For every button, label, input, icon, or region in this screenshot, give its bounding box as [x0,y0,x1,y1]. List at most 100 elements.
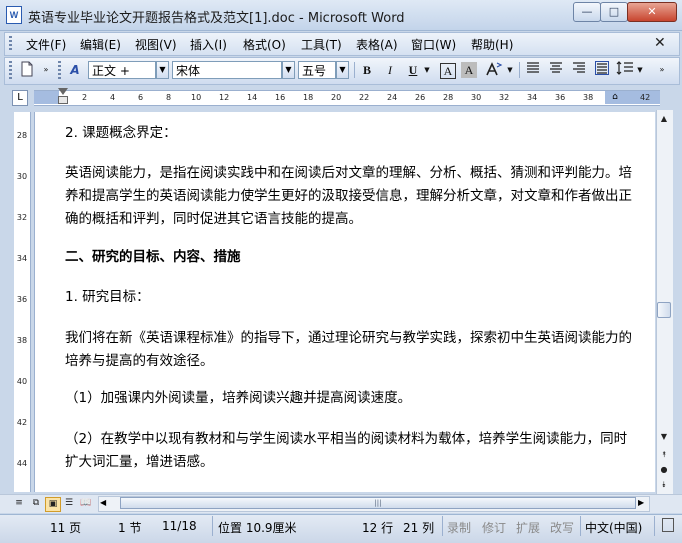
menu-view[interactable]: 视图(V) [135,36,177,53]
outline-view-icon[interactable]: ☰ [62,497,76,510]
toolbar-grip-handle[interactable] [9,61,12,79]
word-app-icon[interactable]: W [6,6,22,24]
font-combo[interactable]: 宋体 [172,61,282,79]
web-layout-view-icon[interactable]: ⧉ [29,497,43,510]
italic-button[interactable]: I [381,61,399,79]
doc-paragraph[interactable]: （1）加强课内外阅读量，培养阅读兴趣并提高阅读速度。 [65,387,635,410]
menu-edit[interactable]: 编辑(E) [80,36,121,53]
menu-insert[interactable]: 插入(I) [190,36,227,53]
status-page[interactable]: 11 页 [50,519,81,536]
horizontal-scroll-thumb[interactable]: ||| [120,497,636,509]
align-justify-icon[interactable] [524,61,542,79]
character-scaling-icon[interactable] [485,61,503,79]
reading-layout-view-icon[interactable]: 📖 [79,497,93,510]
ruler-tick: 22 [359,93,370,102]
scroll-up-icon[interactable]: ▲ [657,112,671,126]
status-column[interactable]: 21 列 [403,519,434,536]
spelling-status-icon[interactable] [662,518,674,532]
menu-help[interactable]: 帮助(H) [471,36,513,53]
bold-button[interactable]: B [358,61,376,79]
hanging-indent-marker[interactable] [58,96,68,104]
menu-tools[interactable]: 工具(T) [301,36,342,53]
tab-selector[interactable]: L [12,90,28,106]
vruler-tick: 38 [16,336,28,345]
align-center-icon[interactable] [547,61,565,79]
line-spacing-icon[interactable] [616,61,634,79]
status-separator [442,516,443,536]
toolbar-separator [519,62,520,78]
font-dropdown-chevron-icon[interactable]: ▼ [282,61,295,79]
status-position[interactable]: 位置 10.9厘米 [218,519,297,536]
status-line[interactable]: 12 行 [362,519,393,536]
doc-paragraph[interactable]: 1. 研究目标： [65,286,635,309]
menu-file[interactable]: 文件(F) [26,36,66,53]
print-layout-view-icon[interactable]: ▣ [45,497,61,512]
scroll-right-icon[interactable]: ▶ [638,498,644,507]
doc-paragraph[interactable]: 2. 课题概念界定： [65,122,635,145]
maximize-button[interactable]: □ [600,2,628,22]
close-window-button[interactable]: ✕ [627,2,677,22]
ruler-tick: 6 [138,93,144,102]
select-browse-object-icon[interactable]: ● [657,463,671,477]
ruler-tick: 4 [110,93,116,102]
next-page-icon[interactable]: ⯯ [657,478,671,492]
vertical-scroll-thumb[interactable] [657,302,671,318]
styles-and-formatting-icon[interactable]: A [66,61,84,79]
ruler-tick: 12 [219,93,230,102]
horizontal-ruler[interactable] [34,90,660,106]
status-overtype[interactable]: 改写 [550,519,574,536]
character-border-button[interactable]: A [440,63,456,79]
menu-format[interactable]: 格式(O) [243,36,286,53]
status-language[interactable]: 中文(中国) [585,519,642,536]
doc-paragraph[interactable]: （2）在教学中以现有教材和与学生阅读水平相当的阅读材料为载体，培养学生阅读能力，… [65,428,635,474]
toolbar-options-chevron-icon[interactable]: » [40,61,52,79]
right-indent-marker-icon[interactable]: ⌂ [610,92,620,102]
status-separator [654,516,655,536]
style-combo[interactable]: 正文 + [88,61,156,79]
style-dropdown-chevron-icon[interactable]: ▼ [156,61,169,79]
vruler-tick: 42 [16,418,28,427]
toolbar2-grip-handle[interactable] [58,61,61,79]
scroll-down-icon[interactable]: ▼ [657,430,671,444]
doc-paragraph[interactable]: 英语阅读能力，是指在阅读实践中和在阅读后对文章的理解、分析、概括、猜测和评判能力… [65,162,635,231]
status-extend-selection[interactable]: 扩展 [516,519,540,536]
status-separator [212,516,213,536]
previous-page-icon[interactable]: ⯭ [657,448,671,462]
document-page[interactable]: 2. 课题概念界定： 英语阅读能力，是指在阅读实践中和在阅读后对文章的理解、分析… [34,112,655,492]
menu-grip-handle[interactable] [9,36,12,50]
normal-view-icon[interactable]: ≡ [12,497,26,510]
window-title: 英语专业毕业论文开题报告格式及范文[1].doc - Microsoft Wor… [28,11,405,26]
vruler-tick: 40 [16,377,28,386]
character-shading-button[interactable]: A [461,62,477,78]
doc-paragraph[interactable]: 我们将在新《英语课程标准》的指导下，通过理论研究与教学实践，探索初中生英语阅读能… [65,327,635,373]
status-track-changes[interactable]: 修订 [482,519,506,536]
menu-window[interactable]: 窗口(W) [411,36,456,53]
size-dropdown-chevron-icon[interactable]: ▼ [336,61,349,79]
vruler-tick: 36 [16,295,28,304]
ruler-tick: 42 [640,93,651,102]
vruler-tick: 30 [16,172,28,181]
doc-heading[interactable]: 二、研究的目标、内容、措施 [65,246,635,269]
first-line-indent-marker[interactable] [58,88,68,95]
ruler-tick: 10 [191,93,202,102]
underline-button[interactable]: U [404,61,422,79]
status-page-count[interactable]: 11/18 [162,519,197,533]
font-size-combo[interactable]: 五号 [298,61,336,79]
minimize-button[interactable]: — [573,2,601,22]
toolbar-more-chevron-icon[interactable]: » [656,61,668,79]
align-right-icon[interactable] [570,61,588,79]
scroll-left-icon[interactable]: ◀ [100,498,106,507]
close-document-icon[interactable]: ✕ [654,35,666,51]
ruler-tick: 28 [443,93,454,102]
scaling-dropdown-chevron-icon[interactable]: ▼ [505,61,515,79]
new-document-icon[interactable] [18,61,36,79]
distributed-align-icon[interactable] [593,61,611,79]
status-record-macro[interactable]: 录制 [447,519,471,536]
underline-dropdown-chevron-icon[interactable]: ▼ [422,61,432,79]
ruler-tick: 34 [527,93,538,102]
menu-table[interactable]: 表格(A) [356,36,398,53]
ruler-tick: 24 [387,93,398,102]
ruler-tick: 30 [471,93,482,102]
line-spacing-dropdown-chevron-icon[interactable]: ▼ [635,61,645,79]
status-section[interactable]: 1 节 [118,519,141,536]
